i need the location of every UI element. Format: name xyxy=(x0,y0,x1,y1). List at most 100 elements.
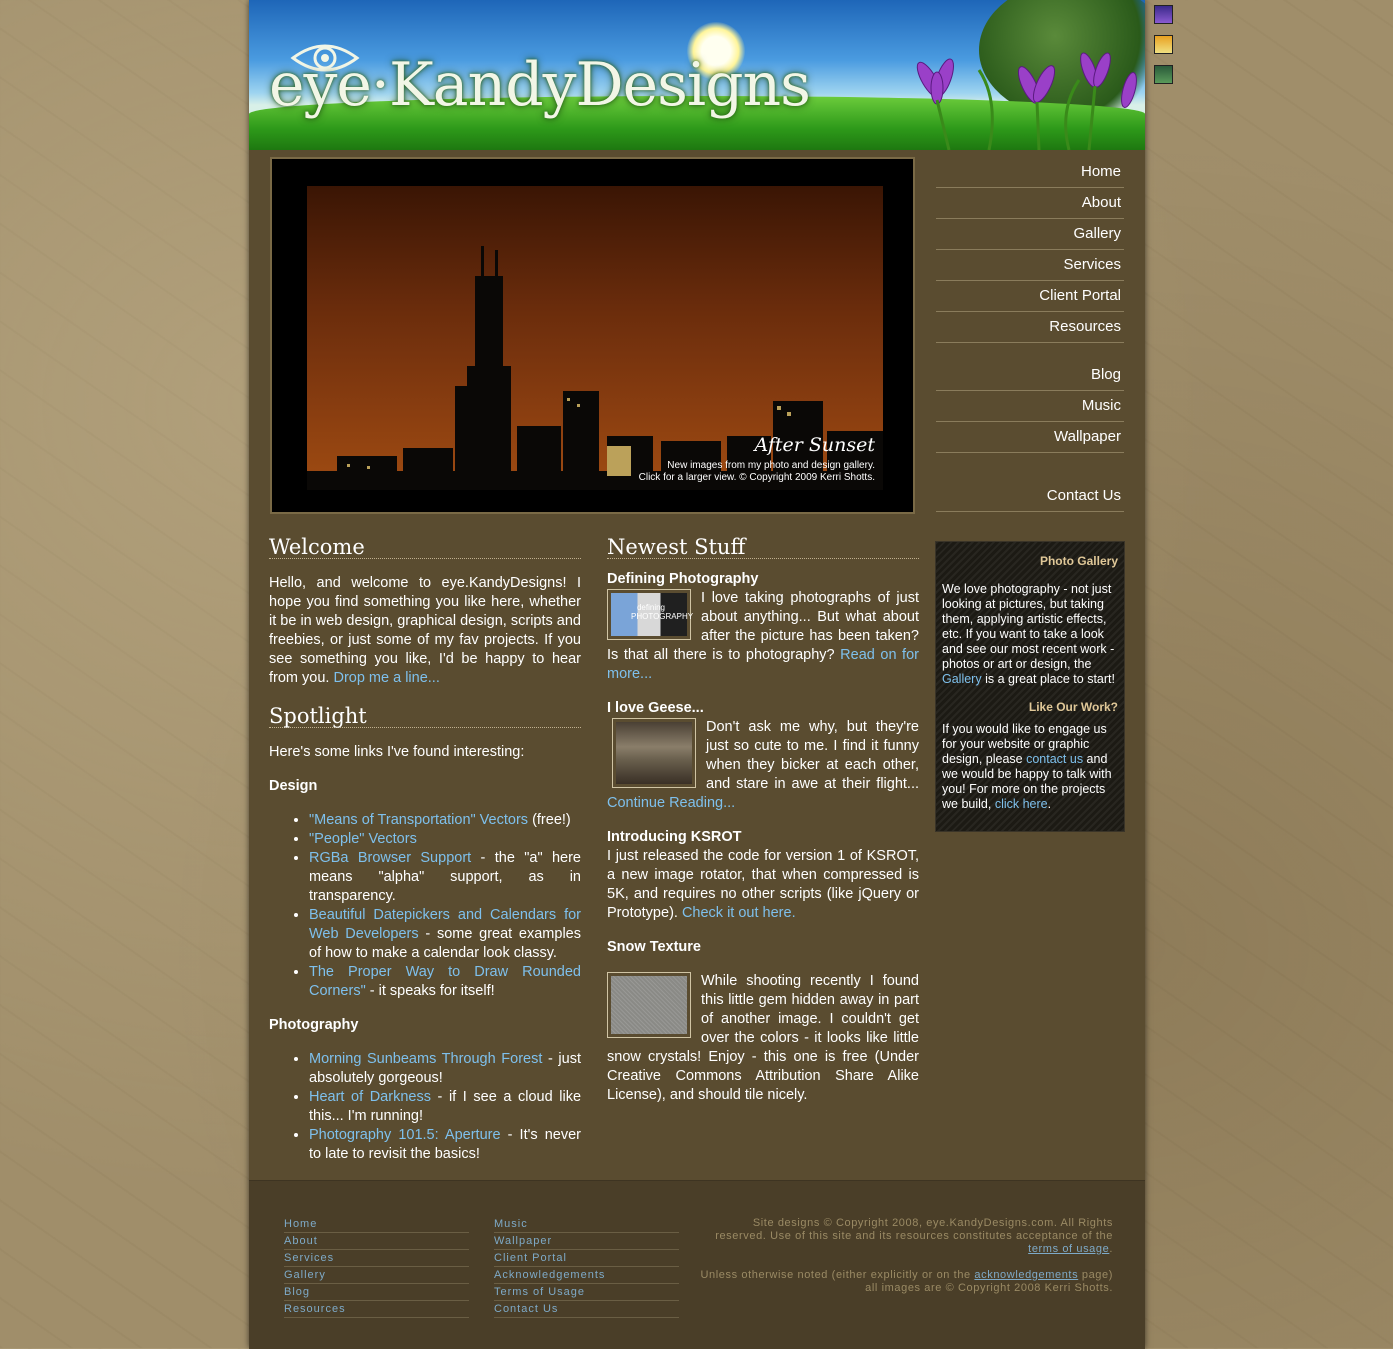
footer-link-home[interactable]: Home xyxy=(284,1217,469,1233)
footer-note: Unless otherwise noted (either explicitl… xyxy=(699,1269,1113,1295)
nav-contact[interactable]: Contact Us xyxy=(936,481,1124,512)
post-text: Don't ask me why, but they're just so cu… xyxy=(706,719,919,792)
flowers-graphic xyxy=(916,52,1137,150)
footer-copyright: Site designs © Copyright 2008, eye.Kandy… xyxy=(699,1217,1113,1308)
footer-link-gallery[interactable]: Gallery xyxy=(284,1268,469,1284)
nav-music[interactable]: Music xyxy=(936,391,1124,422)
nav-services[interactable]: Services xyxy=(936,250,1124,281)
footer-note: Site designs © Copyright 2008, eye.Kandy… xyxy=(699,1217,1113,1256)
nav-about[interactable]: About xyxy=(936,188,1124,219)
post-title[interactable]: I love Geese... xyxy=(607,699,919,718)
theme-sunrise-icon[interactable] xyxy=(1154,35,1173,54)
read-more-link[interactable]: Continue Reading... xyxy=(607,795,735,811)
list-item: RGBa Browser Support - the "a" here mean… xyxy=(309,849,581,906)
contact-us-link[interactable]: contact us xyxy=(1026,752,1083,766)
footer-note-text: . xyxy=(1109,1243,1113,1255)
site-header: eye·KandyDesigns xyxy=(249,0,1145,150)
list-item: Beautiful Datepickers and Calendars for … xyxy=(309,906,581,963)
list-item: Photography 101.5: Aperture - It's never… xyxy=(309,1126,581,1164)
footer-note-text: Unless otherwise noted (either explicitl… xyxy=(700,1269,975,1281)
spotlight-link[interactable]: Morning Sunbeams Through Forest xyxy=(309,1051,542,1067)
footer-link-terms[interactable]: Terms of Usage xyxy=(494,1285,679,1301)
footer-link-acknowledgements[interactable]: Acknowledgements xyxy=(494,1268,679,1284)
post-title[interactable]: Introducing KSROT xyxy=(607,828,919,847)
geese-thumbnail[interactable] xyxy=(612,718,696,788)
terms-of-usage-link[interactable]: terms of usage xyxy=(1028,1243,1109,1255)
read-more-link[interactable]: Check it out here. xyxy=(682,905,796,921)
nav-client-portal[interactable]: Client Portal xyxy=(936,281,1124,312)
footer-link-client-portal[interactable]: Client Portal xyxy=(494,1251,679,1267)
theme-forest-icon[interactable] xyxy=(1154,65,1173,84)
footer-link-about[interactable]: About xyxy=(284,1234,469,1250)
footer-links-col1: Home About Services Gallery Blog Resourc… xyxy=(284,1217,469,1319)
footer-note-text: Site designs © Copyright 2008, eye.Kandy… xyxy=(715,1217,1113,1242)
nav-resources[interactable]: Resources xyxy=(936,312,1124,343)
like-our-work-heading: Like Our Work? xyxy=(1028,700,1118,714)
footer-link-blog[interactable]: Blog xyxy=(284,1285,469,1301)
spotlight-link[interactable]: RGBa Browser Support xyxy=(309,850,471,866)
post-title[interactable]: Snow Texture xyxy=(607,938,919,957)
thumbnail-label: defining PHOTOGRAPHY xyxy=(631,603,694,621)
nav-blog[interactable]: Blog xyxy=(936,360,1124,391)
like-our-work-text: If you would like to engage us for your … xyxy=(942,722,1118,812)
snow-texture-thumbnail[interactable] xyxy=(607,972,691,1038)
theme-night-icon[interactable] xyxy=(1154,5,1173,24)
footer-link-resources[interactable]: Resources xyxy=(284,1302,469,1318)
spotlight-link[interactable]: Heart of Darkness xyxy=(309,1089,431,1105)
sidebar-box: Photo Gallery We love photography - not … xyxy=(935,541,1125,832)
spotlight-link[interactable]: "People" Vectors xyxy=(309,831,417,847)
spotlight-link[interactable]: "Means of Transportation" Vectors xyxy=(309,812,528,828)
photography-heading: Photography xyxy=(269,1017,359,1033)
footer-link-contact[interactable]: Contact Us xyxy=(494,1302,679,1318)
spotlight-link[interactable]: Photography 101.5: Aperture xyxy=(309,1127,501,1143)
footer-link-services[interactable]: Services xyxy=(284,1251,469,1267)
click-here-link[interactable]: click here xyxy=(995,797,1048,811)
nav-gallery[interactable]: Gallery xyxy=(936,219,1124,250)
gallery-link[interactable]: Gallery xyxy=(942,672,982,686)
design-links-list: "Means of Transportation" Vectors (free!… xyxy=(269,811,581,1001)
side-icon-strip xyxy=(1154,5,1173,95)
photo-gallery-text: We love photography - not just looking a… xyxy=(942,582,1118,687)
defining-photography-thumbnail[interactable]: defining PHOTOGRAPHY xyxy=(607,589,694,640)
list-item: "People" Vectors xyxy=(309,830,581,849)
footer-links-col2: Music Wallpaper Client Portal Acknowledg… xyxy=(494,1217,679,1319)
spotlight-intro: Here's some links I've found interesting… xyxy=(269,744,525,760)
photography-links-list: Morning Sunbeams Through Forest - just a… xyxy=(269,1050,581,1164)
rotating-banner[interactable]: After Sunset New images from my photo an… xyxy=(270,157,915,514)
list-item-text: (free!) xyxy=(528,812,571,828)
banner-title: After Sunset xyxy=(754,434,875,456)
footer-link-music[interactable]: Music xyxy=(494,1217,679,1233)
welcome-heading: Welcome xyxy=(269,536,581,559)
nav-wallpaper[interactable]: Wallpaper xyxy=(936,422,1124,453)
list-item: The Proper Way to Draw Rounded Corners" … xyxy=(309,963,581,1001)
list-item: Heart of Darkness - if I see a cloud lik… xyxy=(309,1088,581,1126)
banner-caption-line1: New images from my photo and design gall… xyxy=(667,460,875,471)
gallery-text-part: is a great place to start! xyxy=(981,672,1115,686)
drop-line-link[interactable]: Drop me a line... xyxy=(333,670,439,686)
list-item: Morning Sunbeams Through Forest - just a… xyxy=(309,1050,581,1088)
left-column: Welcome Hello, and welcome to eye.KandyD… xyxy=(269,536,581,1164)
design-heading: Design xyxy=(269,778,318,794)
main-nav: Home About Gallery Services Client Porta… xyxy=(936,157,1124,512)
list-item-text: - it speaks for itself! xyxy=(365,983,495,999)
post-title[interactable]: Defining Photography xyxy=(607,570,919,589)
middle-column: Newest Stuff Defining Photography defini… xyxy=(607,536,919,1105)
site-footer: Home About Services Gallery Blog Resourc… xyxy=(249,1180,1145,1349)
page-container: eye·KandyDesigns After Sunset New images… xyxy=(249,0,1145,1349)
banner-photo[interactable]: After Sunset New images from my photo an… xyxy=(307,186,883,490)
banner-caption: New images from my photo and design gall… xyxy=(639,460,875,484)
photo-gallery-heading: Photo Gallery xyxy=(1039,554,1118,568)
nav-home[interactable]: Home xyxy=(936,157,1124,188)
post-excerpt: I just released the code for version 1 o… xyxy=(607,847,919,923)
site-logo-text[interactable]: eye·KandyDesigns xyxy=(269,50,811,120)
footer-link-wallpaper[interactable]: Wallpaper xyxy=(494,1234,679,1250)
work-text-part: . xyxy=(1047,797,1052,811)
welcome-text: Hello, and welcome to eye.KandyDesigns! … xyxy=(269,574,581,688)
banner-caption-line2: Click for a larger view. © Copyright 200… xyxy=(638,472,875,483)
gallery-text-part: We love photography - not just looking a… xyxy=(942,582,1115,671)
newest-stuff-heading: Newest Stuff xyxy=(607,536,919,559)
acknowledgements-link[interactable]: acknowledgements xyxy=(974,1269,1078,1281)
spotlight-heading: Spotlight xyxy=(269,705,581,728)
